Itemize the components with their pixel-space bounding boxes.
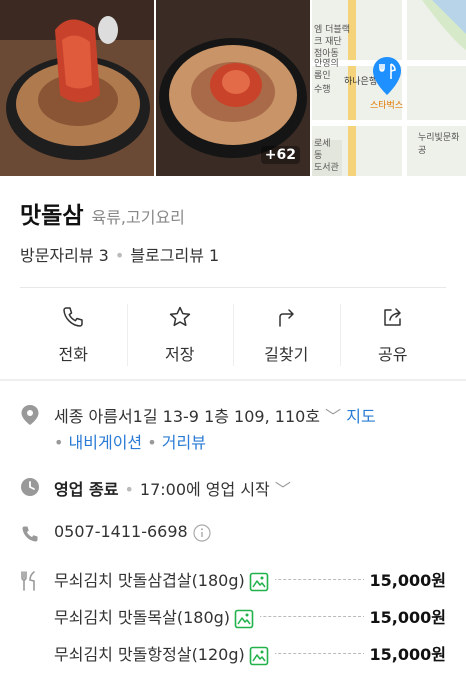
location-pin-icon [21,405,39,425]
menu-item[interactable]: 무쇠김치 맛돌항정살(120g) 15,000원 [54,641,446,666]
map-label-starbucks: 스타벅스 [370,101,404,111]
dot-separator: • [114,246,125,265]
address-row: 세종 아름서1길 13-9 1층 109, 110호 ﹀ 지도 [20,403,450,427]
place-title-row: 맛돌삼 육류,고기요리 [20,196,185,230]
address-links-row: • 내비게이션 • 거리뷰 [20,429,450,453]
map-label: 누리빛문화공 [418,133,460,156]
map-thumbnail[interactable]: 엠 더블랙 크 재단 점아동 수행 안영의 롬인 하나은행 스타벅스 누리빛문화… [312,0,466,176]
menu-item-price: 15,000원 [363,604,446,628]
map-label: 롬인 [314,71,331,81]
share-icon [384,308,401,326]
section-divider [0,379,466,381]
address-text[interactable]: 세종 아름서1길 13-9 1층 109, 110호 ﹀ 지도 [54,403,376,427]
save-label: 저장 [165,345,195,364]
divider [20,287,446,288]
menu-icon [21,571,35,591]
map-pin-icon [373,57,401,95]
next-open-time: 17:00에 영업 시작 [139,480,270,499]
menu-item-name: 무쇠김치 맛돌항정살(120g) [54,645,245,664]
map-label: 수행 [314,85,331,95]
phone-row: 0507-1411-6698 [20,522,450,546]
chevron-down-icon[interactable]: ﹀ [275,480,291,499]
photo-strip: +62 엠 더블랙 크 재단 점아동 수행 안영의 롬인 하나은행 스타벅스 누… [0,0,466,176]
share-button[interactable]: 공유 [339,290,447,380]
menu-item[interactable]: 무쇠김치 맛돌목살(180g) 15,000원 [54,604,446,629]
menu-item[interactable]: 무쇠김치 맛돌삼겹살(180g) 15,000원 [54,567,446,592]
street-view-link[interactable]: 거리뷰 [162,433,206,452]
visitor-review-link[interactable]: 방문자리뷰 3 [20,246,109,265]
map-link[interactable]: 지도 [346,407,375,426]
directions-icon [279,309,294,327]
menu-item-name: 무쇠김치 맛돌목살(180g) [54,608,231,627]
directions-label: 길찾기 [264,345,309,364]
star-icon [169,306,190,327]
image-icon[interactable] [249,646,269,666]
image-icon[interactable] [234,609,254,629]
menu-item-price: 15,000원 [363,641,446,665]
save-button[interactable]: 저장 [126,290,234,380]
chevron-down-icon[interactable]: ﹀ [325,407,341,426]
photo-more-count[interactable]: +62 [260,146,300,164]
phone-number[interactable]: 0507-1411-6698 [54,522,188,541]
address-value: 세종 아름서1길 13-9 1층 109, 110호 [54,407,321,426]
dot-separator: • [54,433,69,452]
review-counts: 방문자리뷰 3 • 블로그리뷰 1 [20,242,219,266]
photo-1[interactable] [0,0,154,176]
share-label: 공유 [378,345,408,364]
business-status: 영업 종료 [54,480,119,499]
call-button[interactable]: 전화 [20,290,127,380]
clock-icon [21,478,39,496]
blog-review-link[interactable]: 블로그리뷰 1 [130,246,219,265]
info-icon[interactable] [193,523,211,542]
phone-small-icon [22,526,38,542]
menu-item-price: 15,000원 [363,567,446,591]
call-label: 전화 [58,345,88,364]
place-name: 맛돌삼 [20,203,84,229]
hours-row[interactable]: 영업 종료 • 17:00에 영업 시작 ﹀ [20,476,450,500]
map-label: 도서관 [314,163,339,173]
photo-2[interactable]: +62 [156,0,310,176]
place-category: 육류,고기요리 [91,208,185,227]
phone-icon [63,307,83,327]
menu-item-name: 무쇠김치 맛돌삼겹살(180g) [54,571,245,590]
directions-button[interactable]: 길찾기 [233,290,340,380]
navigation-link[interactable]: 내비게이션 [69,433,143,452]
action-bar: 전화 저장 길찾기 공유 [20,290,446,380]
image-icon[interactable] [249,572,269,592]
dot-separator: • [124,480,134,499]
dot-separator: • [142,433,162,452]
